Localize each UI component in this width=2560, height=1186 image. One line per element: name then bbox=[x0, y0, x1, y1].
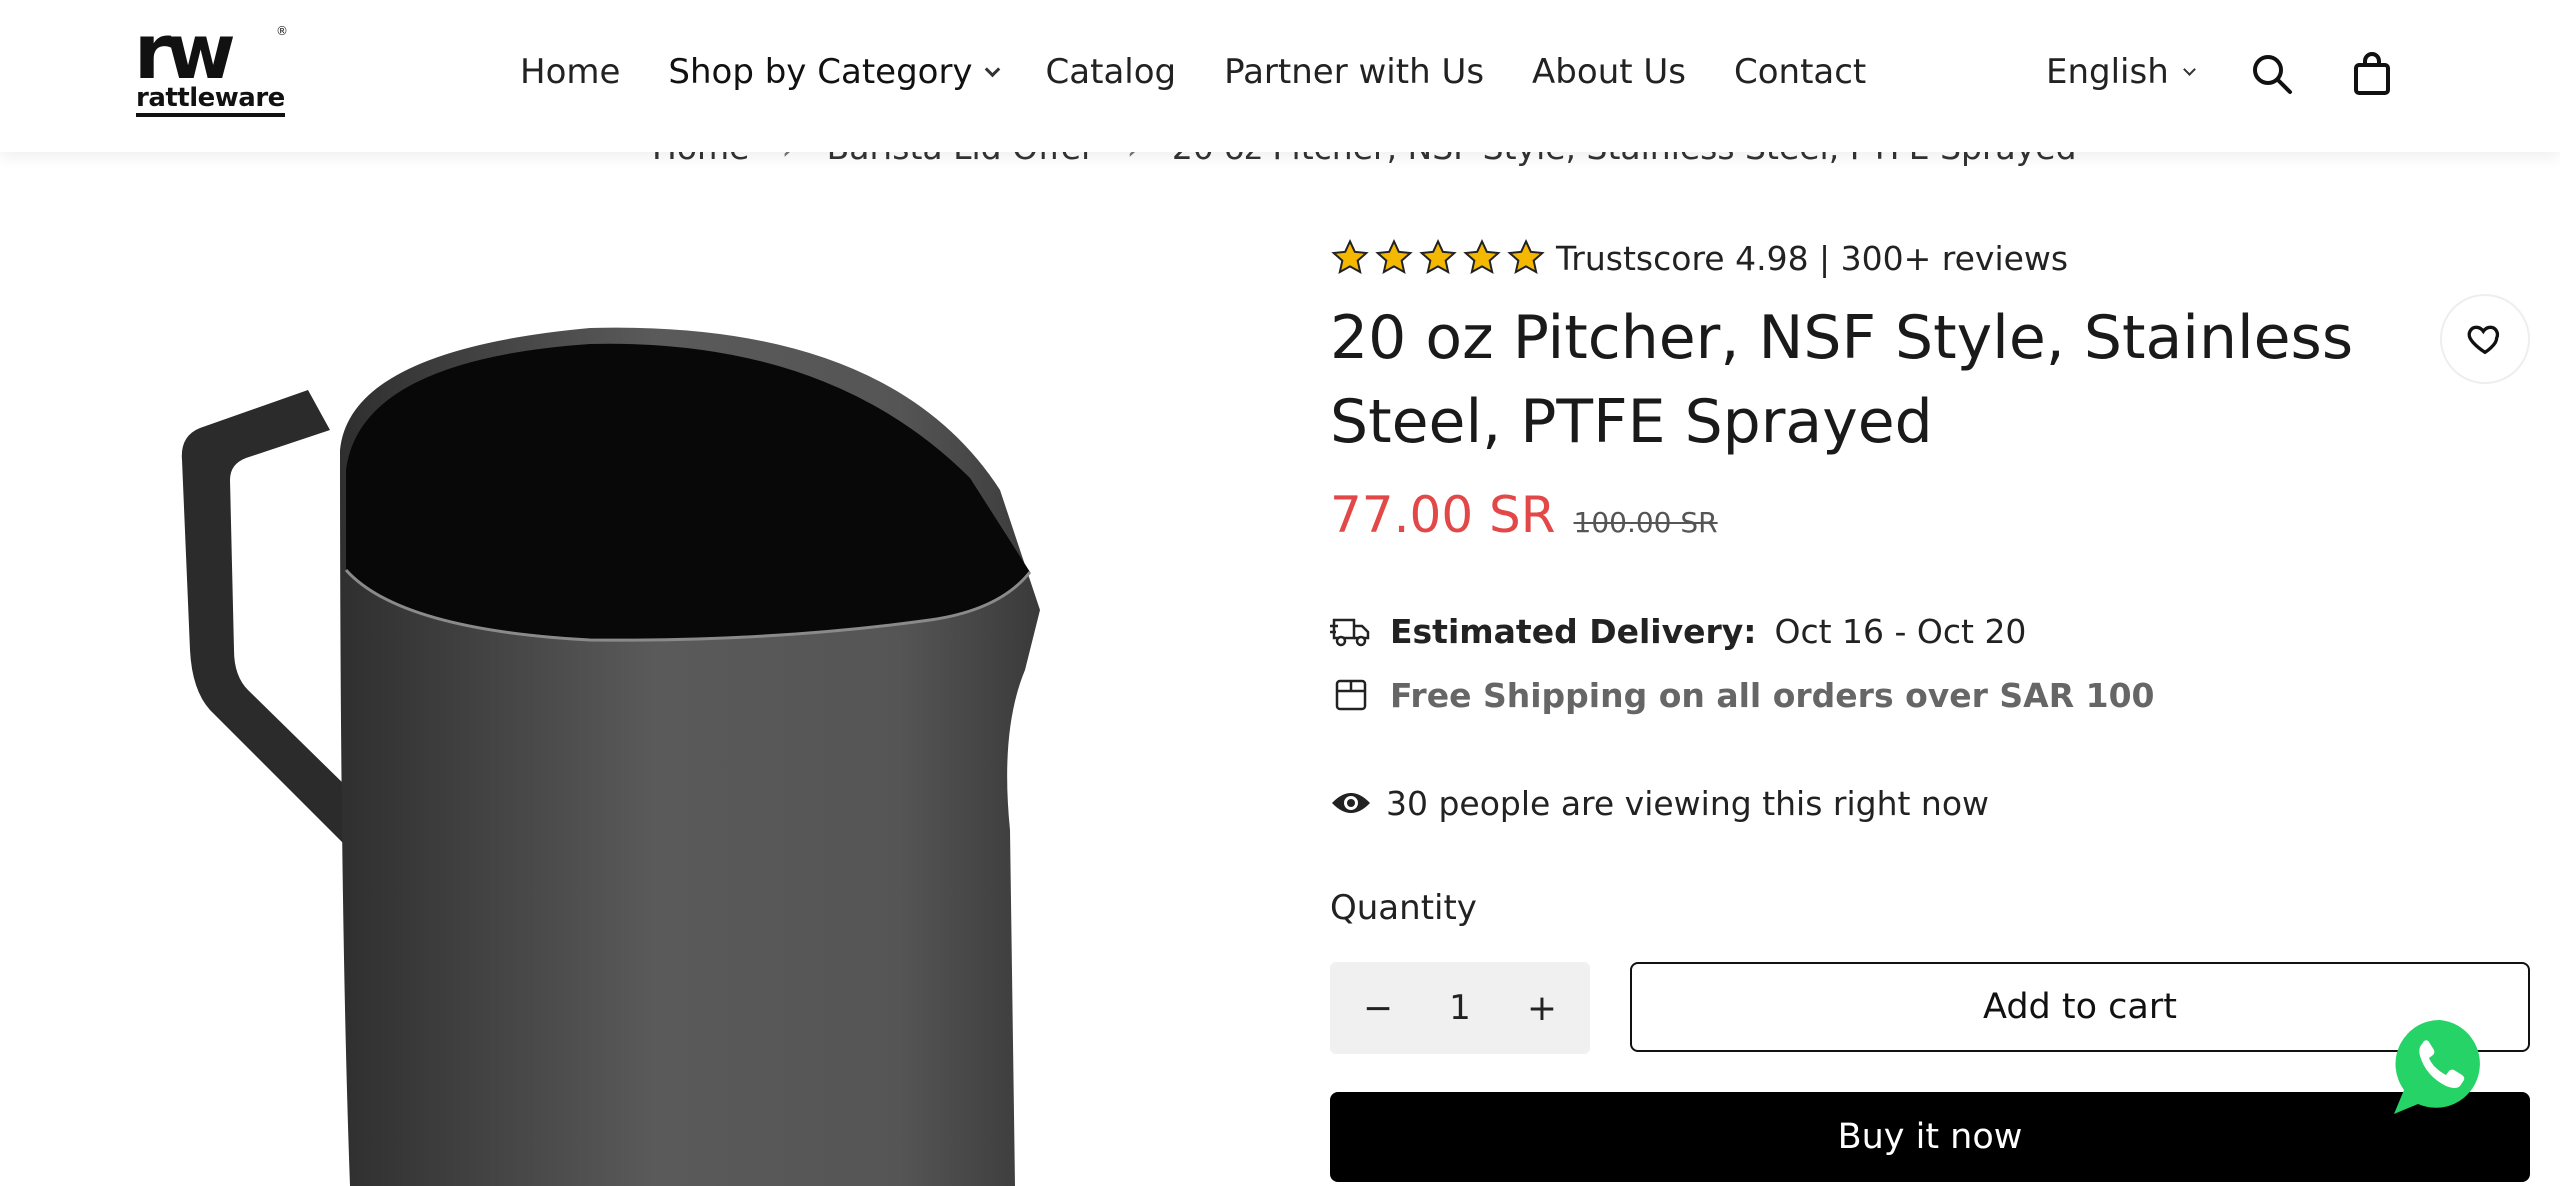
viewers-text: 30 people are viewing this right now bbox=[1386, 783, 1990, 823]
nav-home[interactable]: Home bbox=[520, 52, 620, 92]
logo-mark: rw bbox=[134, 7, 236, 96]
star-icon bbox=[1419, 238, 1457, 274]
nav-shop-by-category-label: Shop by Category bbox=[668, 52, 973, 92]
rating-stars bbox=[1330, 238, 1546, 278]
quantity-increase-button[interactable]: + bbox=[1524, 988, 1560, 1029]
sale-price: 77.00 SR bbox=[1330, 486, 1556, 544]
delivery-truck-icon bbox=[1330, 610, 1372, 652]
delivery-dates: Oct 16 - Oct 20 bbox=[1774, 611, 2027, 651]
quantity-value[interactable]: 1 bbox=[1449, 988, 1471, 1028]
main-nav: Home Shop by Category Catalog Partner wi… bbox=[520, 52, 1866, 92]
heart-icon bbox=[2467, 325, 2500, 355]
estimated-delivery: Estimated Delivery: Oct 16 - Oct 20 bbox=[1330, 610, 2026, 652]
shipping-text: Free Shipping on all orders over SAR 100 bbox=[1390, 675, 2155, 715]
nav-partner[interactable]: Partner with Us bbox=[1224, 52, 1484, 92]
chevron-down-icon bbox=[2182, 62, 2196, 76]
nav-about[interactable]: About Us bbox=[1532, 52, 1686, 92]
nav-contact[interactable]: Contact bbox=[1734, 52, 1866, 92]
whatsapp-chat-icon[interactable] bbox=[2388, 1014, 2492, 1118]
star-icon bbox=[1507, 238, 1545, 274]
site-header: rw ® rattleware Home Shop by Category Ca… bbox=[0, 0, 2560, 152]
box-icon bbox=[1330, 674, 1372, 716]
live-viewers: 30 people are viewing this right now bbox=[1330, 782, 1989, 824]
chevron-down-icon bbox=[984, 61, 1000, 77]
brand-logo[interactable]: rw ® rattleware bbox=[134, 7, 288, 122]
logo-registered: ® bbox=[276, 24, 288, 38]
price-row: 77.00 SR 100.00 SR bbox=[1330, 486, 1718, 544]
cart-bag-icon[interactable] bbox=[2350, 52, 2394, 96]
star-icon bbox=[1331, 238, 1369, 274]
rating-text[interactable]: Trustscore 4.98 | 300+ reviews bbox=[1556, 239, 2068, 278]
quantity-stepper: − 1 + bbox=[1330, 962, 1590, 1054]
logo-wordmark: rattleware bbox=[136, 84, 285, 117]
star-icon bbox=[1463, 238, 1501, 274]
eye-icon bbox=[1330, 782, 1372, 824]
quantity-decrease-button[interactable]: − bbox=[1360, 988, 1396, 1029]
wishlist-button[interactable] bbox=[2440, 294, 2530, 384]
free-shipping-note: Free Shipping on all orders over SAR 100 bbox=[1330, 674, 2155, 716]
buy-now-button[interactable]: Buy it now bbox=[1330, 1092, 2530, 1182]
language-label: English bbox=[2046, 52, 2169, 92]
nav-shop-by-category[interactable]: Shop by Category bbox=[668, 52, 1000, 92]
product-title: 20 oz Pitcher, NSF Style, Stainless Stee… bbox=[1330, 303, 2354, 457]
star-icon bbox=[1375, 238, 1413, 274]
nav-catalog[interactable]: Catalog bbox=[1046, 52, 1177, 92]
trust-rating: Trustscore 4.98 | 300+ reviews bbox=[1330, 238, 2068, 278]
quantity-label: Quantity bbox=[1330, 888, 1477, 928]
language-selector[interactable]: English bbox=[2046, 52, 2196, 92]
delivery-label: Estimated Delivery: bbox=[1390, 611, 1757, 651]
compare-price: 100.00 SR bbox=[1573, 506, 1718, 539]
search-icon[interactable] bbox=[2250, 52, 2294, 96]
product-image-pitcher[interactable] bbox=[170, 310, 1050, 1186]
